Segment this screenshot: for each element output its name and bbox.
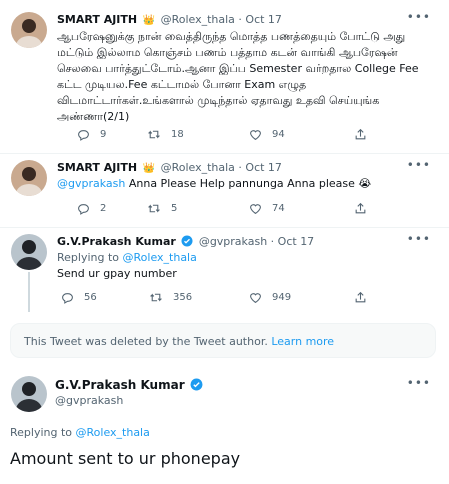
retweet-count: 356: [173, 292, 193, 303]
reply-button[interactable]: 9: [77, 128, 106, 141]
like-button[interactable]: 74: [249, 202, 285, 215]
timestamp[interactable]: Oct 17: [245, 13, 282, 26]
tweet-header: SMART AJITH 👑 @Rolex_thala · Oct 17: [57, 161, 282, 174]
tweet-actions: 9 18 94: [57, 128, 417, 142]
main-tweet-header: G.V.Prakash Kumar: [55, 378, 205, 392]
deleted-tweet-notice: This Tweet was deleted by the Tweet auth…: [10, 323, 436, 358]
reply-button[interactable]: 2: [77, 202, 106, 215]
avatar[interactable]: [11, 376, 47, 412]
reply-icon: [78, 130, 89, 141]
replying-to-link[interactable]: @Rolex_thala: [123, 251, 197, 264]
tweet-2[interactable]: SMART AJITH 👑 @Rolex_thala · Oct 17 ••• …: [0, 154, 449, 226]
retweet-count: 5: [171, 203, 178, 214]
reply-count: 56: [84, 292, 97, 303]
retweet-button[interactable]: 18: [147, 128, 184, 141]
verified-badge-icon: [181, 235, 193, 247]
crying-emoji: 😭: [358, 177, 372, 190]
share-button[interactable]: [354, 202, 367, 215]
tweet-text: Send ur gpay number: [57, 267, 177, 280]
avatar[interactable]: [11, 12, 47, 48]
verified-badge-icon: [190, 378, 203, 391]
mention-link[interactable]: @gvprakash: [57, 177, 125, 190]
like-button[interactable]: 949: [249, 291, 291, 304]
reply-button[interactable]: 56: [61, 291, 97, 304]
tweet-text: ஆபரேஷனுக்கு நான் வைத்திருந்த மொத்த பணத்த…: [57, 30, 419, 123]
tweet-actions: 56 356 949: [57, 291, 417, 305]
retweet-icon: [148, 204, 160, 213]
handle[interactable]: @gvprakash: [199, 235, 267, 248]
reply-icon: [62, 293, 73, 304]
like-count: 74: [272, 203, 285, 214]
reply-count: 2: [100, 203, 107, 214]
tweet-text: @gvprakash Anna Please Help pannunga Ann…: [57, 176, 432, 192]
avatar[interactable]: [11, 234, 47, 270]
timestamp[interactable]: Oct 17: [245, 161, 282, 174]
replying-to: Replying to @Rolex_thala: [57, 251, 197, 264]
tweet-actions: 2 5 74: [57, 202, 417, 216]
like-count: 949: [272, 292, 292, 303]
display-name[interactable]: G.V.Prakash Kumar: [55, 378, 185, 392]
thread-line: [28, 272, 30, 312]
main-tweet-text: Amount sent to ur phonepay: [10, 449, 241, 468]
replying-to-link[interactable]: @Rolex_thala: [76, 426, 150, 439]
tweet-header: SMART AJITH 👑 @Rolex_thala · Oct 17: [57, 13, 282, 26]
display-name[interactable]: SMART AJITH: [57, 13, 137, 26]
heart-icon: [250, 204, 261, 215]
retweet-button[interactable]: 5: [147, 202, 177, 215]
tweet-1[interactable]: SMART AJITH 👑 @Rolex_thala · Oct 17 ••• …: [0, 0, 449, 150]
display-name[interactable]: SMART AJITH: [57, 161, 137, 174]
reply-count: 9: [100, 129, 107, 140]
more-icon[interactable]: •••: [407, 376, 431, 390]
more-icon[interactable]: •••: [407, 232, 431, 246]
share-icon: [355, 202, 366, 214]
timestamp[interactable]: Oct 17: [278, 235, 315, 248]
handle[interactable]: @Rolex_thala: [161, 13, 235, 26]
tweet-text-body: Anna Please Help pannunga Anna please: [125, 177, 359, 190]
display-name[interactable]: G.V.Prakash Kumar: [57, 235, 176, 248]
share-button[interactable]: [354, 128, 367, 141]
learn-more-link[interactable]: Learn more: [271, 335, 334, 348]
handle[interactable]: @gvprakash: [55, 394, 123, 407]
crown-icon: 👑: [142, 163, 156, 174]
avatar[interactable]: [11, 160, 47, 196]
share-icon: [355, 128, 366, 140]
crown-icon: 👑: [142, 15, 156, 26]
like-button[interactable]: 94: [249, 128, 285, 141]
retweet-button[interactable]: 356: [149, 291, 192, 304]
share-button[interactable]: [354, 291, 367, 304]
tweet-3[interactable]: G.V.Prakash Kumar @gvprakash · Oct 17 ••…: [0, 228, 449, 312]
more-icon[interactable]: •••: [407, 10, 431, 24]
retweet-count: 18: [171, 129, 184, 140]
heart-icon: [250, 130, 261, 141]
like-count: 94: [272, 129, 285, 140]
heart-icon: [250, 293, 261, 304]
tweet-header: G.V.Prakash Kumar @gvprakash · Oct 17: [57, 235, 315, 248]
deleted-notice-text: This Tweet was deleted by the Tweet auth…: [24, 335, 272, 348]
handle[interactable]: @Rolex_thala: [161, 161, 235, 174]
retweet-icon: [148, 130, 160, 139]
retweet-icon: [150, 293, 162, 302]
reply-icon: [78, 204, 89, 215]
more-icon[interactable]: •••: [407, 158, 431, 172]
share-icon: [355, 291, 366, 303]
replying-to: Replying to @Rolex_thala: [10, 426, 150, 439]
